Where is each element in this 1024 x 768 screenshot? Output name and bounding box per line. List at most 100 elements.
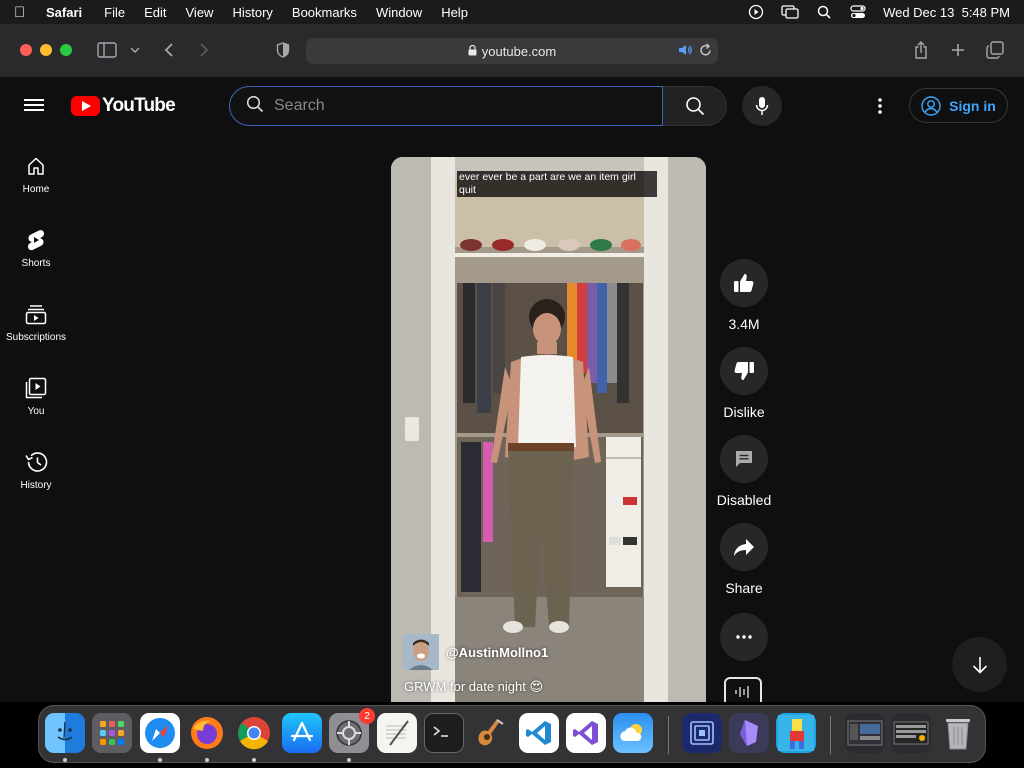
dislike-button[interactable] [720,347,768,395]
sign-in-button[interactable]: Sign in [909,88,1008,123]
dock-visual-studio-icon[interactable] [566,713,606,753]
dock-launchpad-icon[interactable] [92,713,132,753]
menu-view[interactable]: View [186,5,214,20]
dock-game-icon[interactable] [776,713,816,753]
home-icon [24,154,48,178]
dock-firefox-icon[interactable] [187,713,227,753]
dock-textedit-icon[interactable] [377,713,417,753]
lock-icon [468,44,477,59]
dock-running-indicator [63,758,67,762]
sidebar-toggle-icon[interactable] [96,39,118,61]
tab-overview-icon[interactable] [984,39,1006,61]
dock-vscode-icon[interactable] [519,713,559,753]
menu-edit[interactable]: Edit [144,5,166,20]
spotlight-search-icon[interactable] [815,5,833,19]
voice-search-button[interactable] [742,86,782,126]
dock-trash-icon[interactable] [938,713,978,753]
safari-toolbar: youtube.com [0,24,1024,78]
dock: 2 [38,705,986,763]
youtube-logo-text: YouTube [102,95,176,116]
dock-running-indicator [205,758,209,762]
search-icon [246,95,264,118]
forward-icon[interactable] [193,39,215,61]
sidebar-label-you: You [27,406,45,417]
youtube-page: YouTube Sign in Home [0,78,1024,702]
hamburger-menu-icon[interactable] [24,96,48,116]
close-window-button[interactable] [20,44,32,56]
like-button[interactable] [720,259,768,307]
back-icon[interactable] [158,39,180,61]
more-actions-button[interactable] [720,613,768,661]
menu-file[interactable]: File [104,5,125,20]
search-bar[interactable] [229,86,663,126]
dock-running-indicator [347,758,351,762]
thumbs-up-icon [734,274,754,292]
dock-terminal-icon[interactable] [424,713,464,753]
dock-screenshot-thumbnail-icon[interactable] [891,713,931,753]
speaker-icon[interactable] [678,43,692,60]
new-tab-icon[interactable] [947,39,969,61]
short-video-player[interactable]: ever ever be a part are we an item girl … [391,157,706,702]
media-play-icon[interactable] [747,4,765,20]
sidebar-item-subscriptions[interactable]: Subscriptions [0,282,72,356]
minimize-window-button[interactable] [40,44,52,56]
sidebar-item-you[interactable]: You [0,356,72,430]
menu-app-name[interactable]: Safari [46,5,82,20]
comments-button[interactable] [720,435,768,483]
sidebar-item-history[interactable]: History [0,430,72,504]
dock-screenshot-thumbnail-icon[interactable] [845,713,885,753]
sidebar-label-history: History [20,480,52,491]
search-input[interactable] [274,97,634,115]
chevron-down-icon[interactable] [124,39,146,61]
dock-running-indicator [252,758,256,762]
menu-window[interactable]: Window [376,5,422,20]
dock-remote-desktop-icon[interactable] [682,713,722,753]
account-icon [921,95,941,116]
sidebar-item-shorts[interactable]: Shorts [0,208,72,282]
menubar-clock[interactable]: Wed Dec 13 5:48 PM [883,5,1010,20]
you-icon [24,376,48,400]
dock-chrome-icon[interactable] [234,713,274,753]
control-center-icon[interactable] [849,5,867,19]
channel-name[interactable]: @AustinMollno1 [446,645,548,660]
share-icon[interactable] [910,39,932,61]
share-action: Share [717,523,771,596]
channel-avatar[interactable] [403,634,439,670]
audio-waveform-icon[interactable] [724,677,762,702]
dock-finder-icon[interactable] [45,713,85,753]
dock-app-store-icon[interactable] [282,713,322,753]
video-title[interactable]: GRWM for date night 😍 [404,679,543,695]
screen-mirroring-icon[interactable] [781,5,799,19]
sidebar-item-home[interactable]: Home [0,134,72,208]
sidebar-label-shorts: Shorts [21,258,51,269]
reload-icon[interactable] [699,43,712,60]
next-short-button[interactable] [952,637,1007,692]
youtube-header: YouTube Sign in [0,78,1024,134]
dock-separator [668,716,669,754]
channel-info[interactable]: @AustinMollno1 [403,634,548,670]
dock-safari-icon[interactable] [140,713,180,753]
address-bar[interactable]: youtube.com [306,38,718,64]
comment-icon [736,451,752,467]
dock-obsidian-icon[interactable] [729,713,769,753]
apple-menu-icon[interactable]:  [14,4,32,21]
menu-history[interactable]: History [232,5,272,20]
share-button[interactable] [720,523,768,571]
search-button[interactable] [663,86,727,126]
privacy-shield-icon[interactable] [272,39,294,61]
menu-bookmarks[interactable]: Bookmarks [292,5,357,20]
shorts-icon [24,228,48,252]
more-options-icon[interactable] [868,94,892,118]
notification-badge: 2 [359,708,375,724]
sidebar-label-subscriptions: Subscriptions [5,332,67,343]
dock-garageband-icon[interactable] [471,713,511,753]
youtube-logo[interactable]: YouTube [71,95,176,117]
arrow-down-icon [972,656,987,674]
dock-weather-icon[interactable] [613,713,653,753]
menu-bar:  Safari File Edit View History Bookmark… [0,0,1024,24]
search-button-icon [685,97,704,116]
zoom-window-button[interactable] [60,44,72,56]
sign-in-label: Sign in [949,97,996,114]
dock-system-settings-icon[interactable]: 2 [329,708,375,753]
menu-help[interactable]: Help [441,5,468,20]
